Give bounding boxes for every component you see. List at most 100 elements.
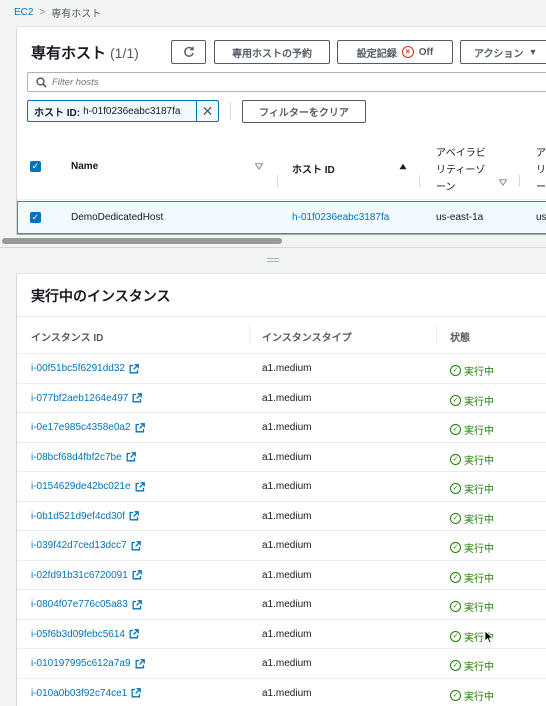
instance-state-text: 実行中 [464,396,494,408]
select-all-checkbox[interactable]: ✓ [30,161,41,172]
filter-token: ホスト ID: h-01f0236eabc3187fa ✕ [27,100,219,122]
instance-state: ✓ 実行中 [450,481,494,496]
caret-down-icon: ▼ [528,47,538,57]
instance-id-link[interactable]: i-0804f07e776c05a83 [31,599,142,610]
settings-label: 設定記録 [356,48,397,60]
drag-handle-icon [267,257,279,262]
instance-type: a1.medium [262,481,312,492]
column-header-host-id[interactable]: ホスト ID [292,161,335,176]
instance-id-link[interactable]: i-010a0b03f92c74ce1 [31,688,142,699]
actions-dropdown[interactable]: アクション ▼ [460,40,546,64]
host-id-link[interactable]: h-01f0236eabc3187fa [292,212,389,223]
instance-id-link[interactable]: i-08bcf68d4fbf2c7be [31,452,136,463]
search-icon [36,76,47,88]
instance-id-link[interactable]: i-0154629de42bc021e [31,481,145,492]
table-row: i-010197995c612a7a9 a1.medium ✓ 実行中 [17,649,546,679]
table-row: i-00f51bc5f6291dd32 a1.medium ✓ 実行中 [17,354,546,384]
instance-type: a1.medium [262,392,312,404]
table-header-border [17,199,546,200]
instance-id-text: i-077bf2aeb1264e497 [31,392,129,404]
breadcrumb-ec2-link[interactable]: EC2 [14,7,33,18]
column-header-az[interactable]: アベイラビ リティーゾ ーン [436,145,486,196]
running-instances-panel: 実行中のインスタンス インスタンス ID インスタンスタイプ 状態 i-00f5… [17,274,546,706]
sort-caret-down-icon[interactable] [255,163,263,170]
row-checkbox[interactable]: ✓ [30,212,41,223]
az-header-line: リティーゾ [436,165,486,176]
instance-id-text: i-039f42d7ced13dcc7 [31,540,127,551]
chevron-right-icon: > [39,6,46,18]
instance-id-link[interactable]: i-039f42d7ced13dcc7 [31,540,141,551]
instance-state-text: 実行中 [464,662,494,673]
table-row: i-02fd91b31c6720091 a1.medium ✓ 実行中 [17,561,546,590]
instance-state-text: 実行中 [464,573,494,585]
instance-state-text: 実行中 [464,485,494,496]
next-header-line: ー [536,182,546,193]
table-row: i-0804f07e776c05a83 a1.medium ✓ 実行中 [17,590,546,620]
search-input[interactable] [52,76,252,88]
instance-type: a1.medium [262,363,312,374]
instance-id-link[interactable]: i-05f6b3d09febc5614 [31,629,139,640]
column-header-instance-id[interactable]: インスタンス ID [31,329,103,344]
breadcrumb-current: 専有ホスト [51,8,102,20]
instance-id-link[interactable]: i-0e17e985c4358e0a2 [31,422,145,433]
instance-type: a1.medium [262,569,312,581]
dedicated-hosts-panel: 専有ホスト (1/1) 専用ホストの予約 設定記録 × Off アクション ▼ … [17,27,546,234]
column-divider [436,326,437,344]
instance-type: a1.medium [262,658,312,669]
host-az: us-east-1a [436,212,484,223]
external-link-icon [126,452,136,462]
refresh-button[interactable] [171,40,206,64]
table-row[interactable]: ✓ DemoDedicatedHost h-01f0236eabc3187fa … [17,201,546,234]
page-title: 専有ホスト (1/1) [31,42,139,63]
column-header-name[interactable]: Name [71,161,98,172]
check-circle-icon: ✓ [450,630,461,642]
column-header-state[interactable]: 状態 [450,329,470,344]
settings-recording-button[interactable]: 設定記録 × Off [337,40,453,64]
clear-filters-button[interactable]: フィルターをクリア [242,100,366,123]
remove-filter-icon[interactable]: ✕ [196,101,218,121]
column-divider [419,175,420,187]
scrollbar-thumb[interactable] [2,238,282,244]
instance-state: ✓ 実行中 [450,688,494,703]
check-circle-icon: ✓ [450,483,461,494]
instance-id-text: i-08bcf68d4fbf2c7be [31,451,122,463]
instance-state: ✓ 実行中 [450,540,494,555]
external-link-icon [135,481,145,491]
filter-hosts-search[interactable] [27,72,546,92]
instance-id-link[interactable]: i-010197995c612a7a9 [31,658,145,669]
panel-title-text: 専有ホスト [31,45,107,62]
reserve-host-button[interactable]: 専用ホストの予約 [214,40,330,64]
instance-state-text: 実行中 [464,367,494,378]
check-circle-icon: ✓ [450,394,461,406]
instance-id-text: i-00f51bc5f6291dd32 [31,363,125,374]
instance-type: a1.medium [262,540,312,551]
instance-id-link[interactable]: i-00f51bc5f6291dd32 [31,363,139,374]
breadcrumb: EC2 > 専有ホスト [14,4,101,20]
table-row: i-08bcf68d4fbf2c7be a1.medium ✓ 実行中 [17,443,546,472]
check-circle-icon: ✓ [450,660,461,671]
column-header-next[interactable]: ア リ ー [536,145,546,196]
instance-state: ✓ 実行中 [450,363,494,378]
instance-id-text: i-0154629de42bc021e [31,481,131,492]
az-header-line: ーン [436,182,456,193]
instance-state-text: 実行中 [464,603,494,614]
mouse-cursor-icon [484,630,494,644]
check-circle-icon: ✓ [450,512,461,524]
instance-id-link[interactable]: i-0b1d521d9ef4cd30f [31,511,139,522]
instances-title: 実行中のインスタンス [31,288,171,304]
instance-type: a1.medium [262,599,312,610]
title-divider [17,316,546,317]
sort-caret-up-icon[interactable] [399,163,407,170]
instance-id-link[interactable]: i-02fd91b31c6720091 [31,570,142,581]
instance-id-text: i-02fd91b31c6720091 [31,569,128,581]
check-circle-icon: ✓ [450,453,461,465]
table-row: i-010a0b03f92c74ce1 a1.medium ✓ 実行中 [17,679,546,706]
instance-type: a1.medium [262,628,312,640]
column-header-instance-type[interactable]: インスタンスタイプ [262,329,352,344]
sort-caret-down-icon[interactable] [499,179,507,186]
external-link-icon [132,570,142,580]
split-panel-resize-handle[interactable] [0,247,546,271]
instance-id-link[interactable]: i-077bf2aeb1264e497 [31,392,143,404]
column-divider [277,175,278,187]
instance-id-text: i-0804f07e776c05a83 [31,599,128,610]
